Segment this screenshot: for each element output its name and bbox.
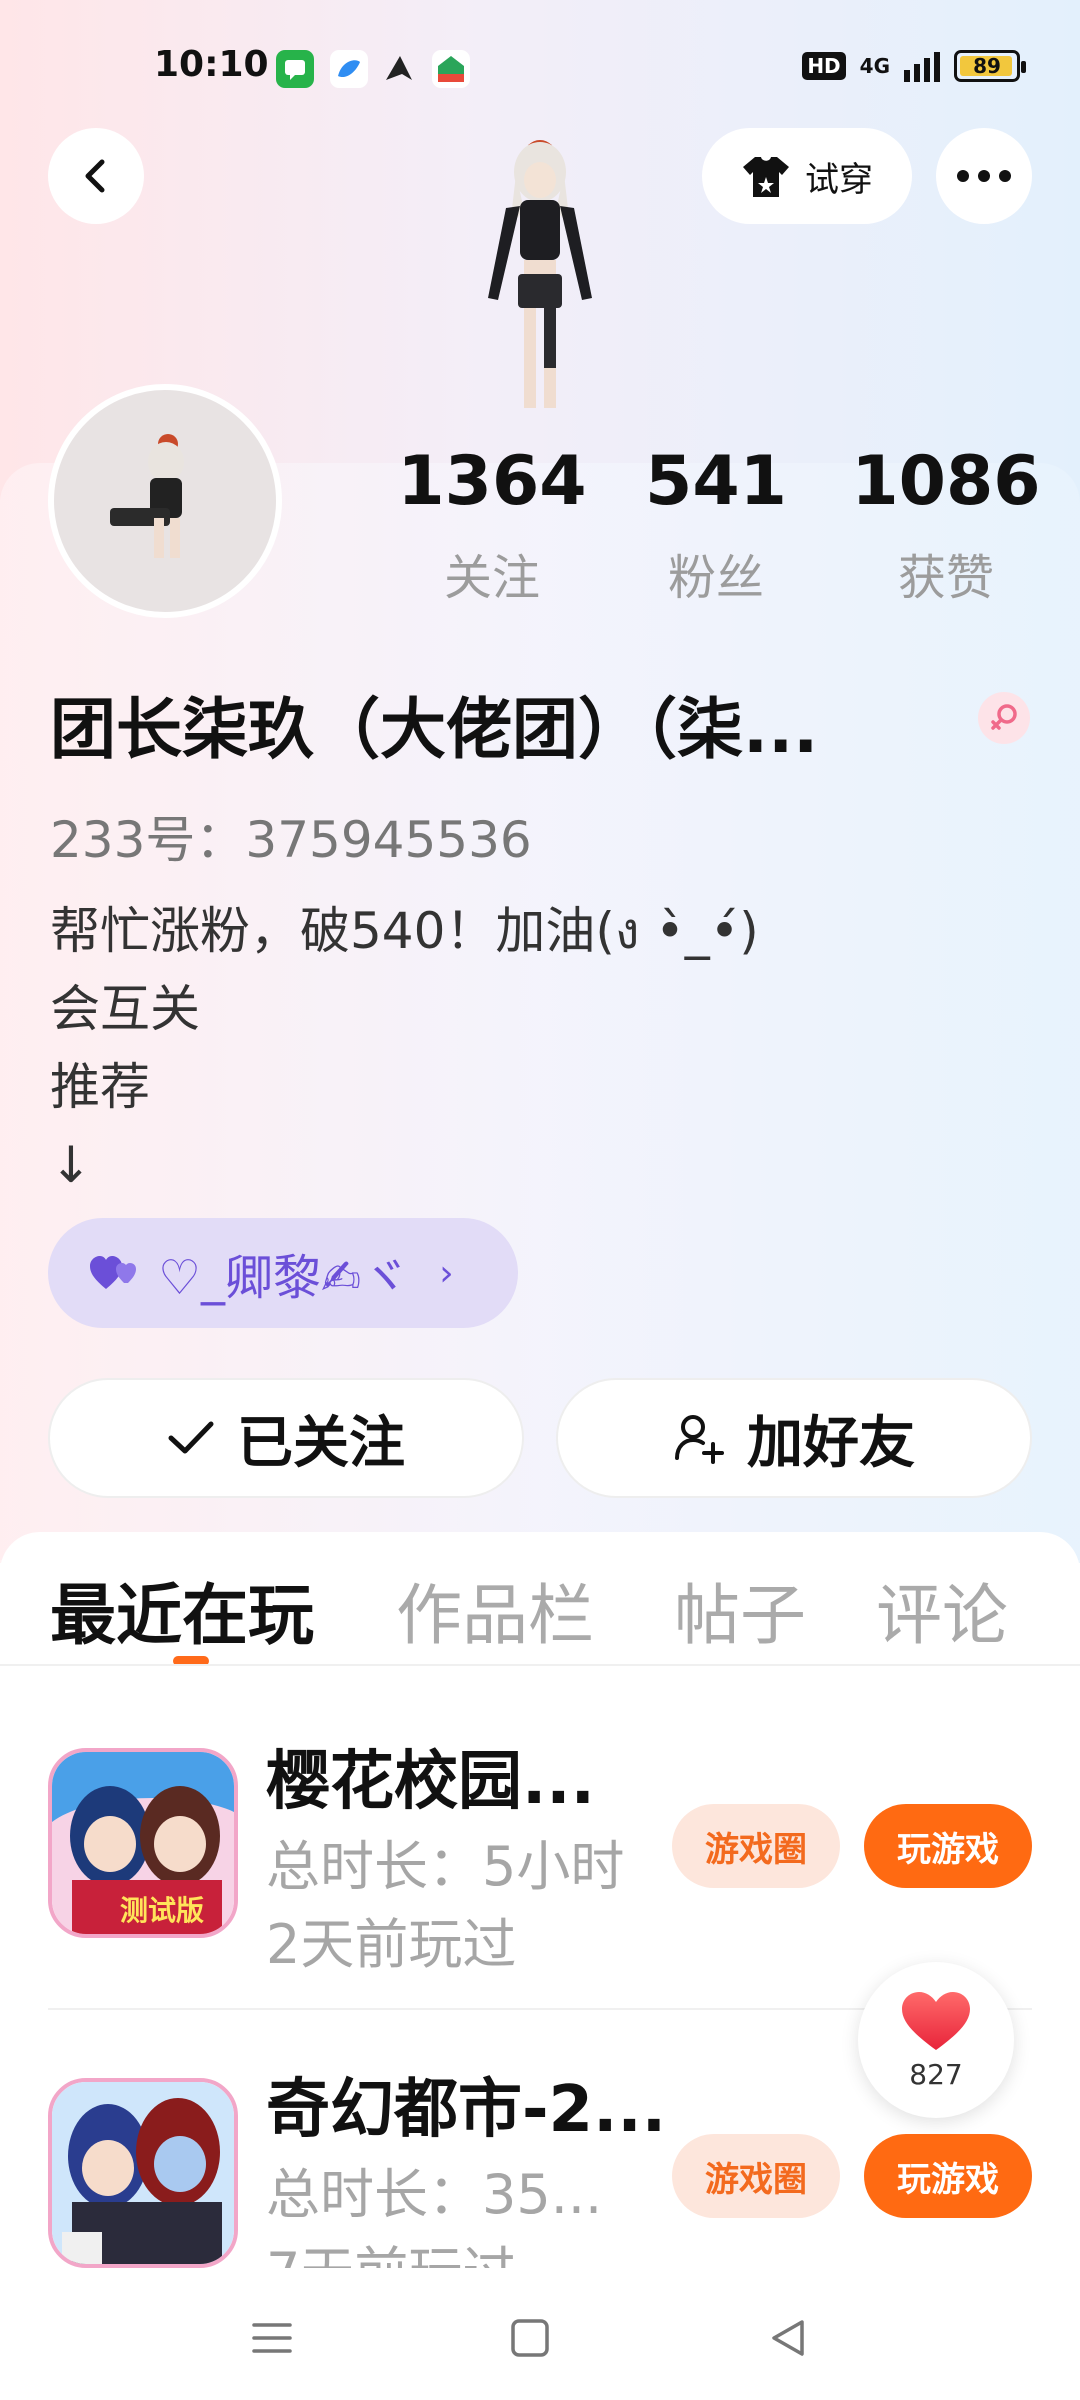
stat-likes[interactable]: 1086 获赞 <box>846 448 1046 608</box>
heart-pair-icon <box>90 1256 136 1289</box>
following-button[interactable]: 已关注 <box>48 1378 524 1498</box>
bio-line: ↓ <box>50 1136 92 1194</box>
more-dots-icon <box>957 170 1011 182</box>
play-game-button[interactable]: 玩游戏 <box>864 2134 1032 2218</box>
game-title: 奇幻都市-2... <box>266 2073 667 2147</box>
status-time: 10:10 <box>154 44 269 85</box>
game-last-played: 2天前玩过 <box>266 1913 517 1976</box>
chevron-right-icon: › <box>439 1252 454 1294</box>
heart-icon <box>902 1991 970 2050</box>
signal-icon <box>904 50 940 82</box>
try-on-label: 试穿 <box>805 159 873 200</box>
battery-icon: 89 <box>954 50 1026 82</box>
bio-line: 帮忙涨粉，破540！加油(ง •̀_•́) <box>50 902 759 960</box>
following-count: 1364 <box>397 442 587 521</box>
tab-comments[interactable]: 评论 <box>876 1562 1008 1658</box>
following-button-label: 已关注 <box>237 1410 405 1476</box>
stat-following[interactable]: 1364 关注 <box>392 448 592 608</box>
add-user-icon <box>675 1415 724 1464</box>
tab-works[interactable]: 作品栏 <box>396 1562 594 1658</box>
bio-line: 推荐 <box>50 1058 150 1116</box>
bio-line: 会互关 <box>50 980 200 1038</box>
profile-bio: 帮忙涨粉，破540！加油(ง •̀_•́) 会互关 推荐 ↓ <box>50 892 759 1204</box>
tab-divider <box>0 1664 1080 1666</box>
game-circle-button[interactable]: 游戏圈 <box>672 2134 840 2218</box>
browser-icon <box>330 50 368 88</box>
followers-count: 541 <box>645 442 787 521</box>
store-icon <box>432 50 470 88</box>
hd-badge: HD <box>802 52 846 80</box>
game-icon[interactable] <box>48 2078 238 2268</box>
try-on-button[interactable]: 试穿 <box>702 128 912 224</box>
home-icon[interactable] <box>490 2298 570 2378</box>
stat-followers[interactable]: 541 粉丝 <box>616 448 816 608</box>
game-circle-button[interactable]: 游戏圈 <box>672 1804 840 1888</box>
user-id: 233号：375945536 <box>50 811 532 869</box>
more-button[interactable] <box>936 128 1032 224</box>
likes-label: 获赞 <box>897 550 994 606</box>
add-friend-button[interactable]: 加好友 <box>556 1378 1032 1498</box>
game-icon[interactable]: 测试版 <box>48 1748 238 1938</box>
check-icon <box>168 1421 214 1454</box>
like-count: 827 <box>909 2057 963 2091</box>
network-type: 4G <box>859 54 890 78</box>
profile-name: 团长柒玖（大佬团）（柒... <box>50 691 819 768</box>
back-button[interactable] <box>48 128 144 224</box>
game-title: 樱花校园... <box>266 1745 595 1819</box>
add-friend-label: 加好友 <box>747 1410 915 1476</box>
like-button[interactable]: 827 <box>858 1962 1014 2118</box>
game-duration: 总时长：35... <box>266 2163 603 2226</box>
avatar[interactable] <box>48 384 282 618</box>
chevron-left-icon <box>85 159 105 193</box>
game-duration: 总时长：5小时 <box>266 1835 625 1898</box>
likes-count: 1086 <box>851 442 1041 521</box>
menu-icon[interactable] <box>232 2298 312 2378</box>
female-gender-icon <box>978 692 1030 744</box>
following-label: 关注 <box>443 550 540 606</box>
character-model[interactable] <box>420 130 660 430</box>
system-nav-bar <box>0 2268 1080 2400</box>
guild-badge[interactable]: ♡_卿黎✍ヾ › <box>48 1218 518 1328</box>
shirt-icon <box>743 157 789 197</box>
battery-level: 89 <box>973 54 1001 78</box>
followers-label: 粉丝 <box>667 550 764 606</box>
tab-posts[interactable]: 帖子 <box>674 1562 806 1658</box>
status-bar: 10:10 HD 4G 89 <box>0 0 1080 130</box>
tab-bar: 最近在玩 作品栏 帖子 评论 <box>0 1562 1080 1672</box>
tab-recently-played[interactable]: 最近在玩 <box>50 1562 314 1658</box>
game-icon-badge: 测试版 <box>120 1894 204 1927</box>
message-icon <box>276 50 314 88</box>
back-nav-icon[interactable] <box>748 2298 828 2378</box>
guild-label: ♡_卿黎✍ヾ <box>158 1250 410 1306</box>
play-game-button[interactable]: 玩游戏 <box>864 1804 1032 1888</box>
app-icon <box>380 50 418 88</box>
